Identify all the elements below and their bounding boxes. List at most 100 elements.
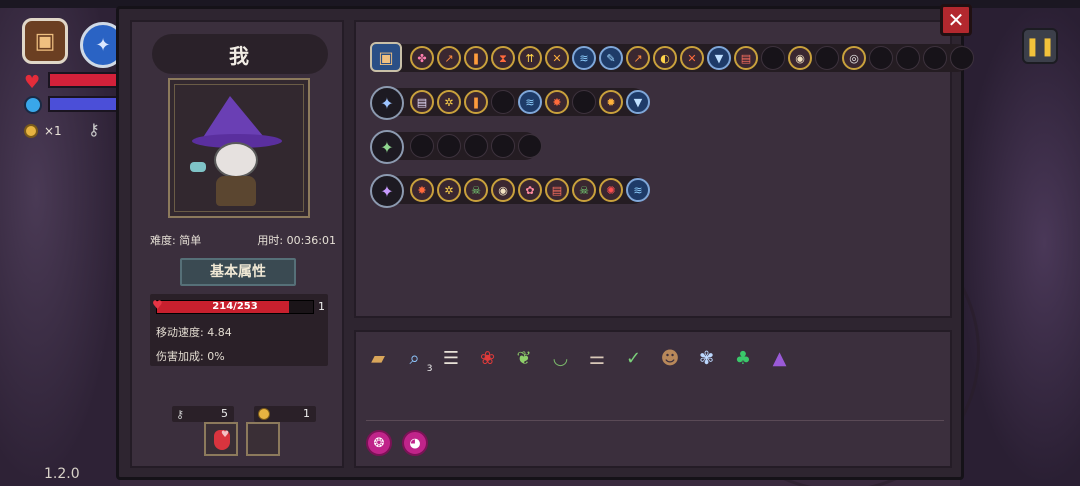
pink-swirl-icon: ❂ [373,435,385,451]
character-face [214,142,258,178]
item-slot[interactable]: ☻ [656,344,684,372]
empty-spell-slot[interactable] [761,46,785,70]
spell-wave-icon: ≋ [525,95,535,109]
empty-spell-slot[interactable] [491,90,515,114]
inventory-chest-button[interactable]: ▣ [22,18,68,64]
spell-slot[interactable]: ≋ [518,90,542,114]
spell-slot[interactable]: ⧗ [491,46,515,70]
spell-slot[interactable]: ≋ [626,178,650,202]
spell-slot[interactable]: ✤ [410,46,434,70]
wand-green-icon: ✦ [380,137,394,157]
spell-slot[interactable]: ✿ [518,178,542,202]
spell-slot[interactable]: ↗ [626,46,650,70]
character-portrait [168,78,310,218]
rose-icon: ❀ [479,347,496,369]
heart-icon: ♥ [24,72,41,93]
item-slot[interactable]: ❦ [510,344,538,372]
item-slot[interactable]: ⚌ [583,344,611,372]
empty-spell-slot[interactable] [491,134,515,158]
pink-pig-icon: ◕ [409,435,421,451]
spell-slot[interactable]: ▼ [707,46,731,70]
damage-bonus-stat: 伤害加成: 0% [156,350,225,363]
spell-a-icon: ✤ [417,51,427,65]
spell-slot[interactable]: ✺ [599,178,623,202]
difficulty-label: 难度: 简单 [150,234,202,247]
spell-skull-icon: ☠ [579,183,589,197]
spell-o-icon: ◎ [849,51,859,65]
wand-row-main-slot[interactable]: ✦ [370,174,404,208]
spell-slot[interactable]: ✲ [437,178,461,202]
empty-spell-slot[interactable] [869,46,893,70]
wand-spells-box: ▣ ✤ ↗ ❚ ⧗ ⇈ ✕ ≋ ✎ ↗ ◐ ✕ ▼ ▤ ◉ ◎ ✦ ▤ ✲ ❚ ≋ ✸ ✹ ▼ ✦ ✦ ✸ ✲ ☠ ◉ ✿ ▤ ☠ ✺ ≋ [354,20,974,318]
witch-hat-icon: ▲ [772,347,787,369]
spell-slot[interactable]: ❚ [464,90,488,114]
item-slot[interactable]: ◡ [547,344,575,372]
spell-slot[interactable]: ✕ [680,46,704,70]
spell-slot[interactable]: ❚ [464,46,488,70]
empty-spell-slot[interactable] [815,46,839,70]
spell-slot[interactable]: ◎ [842,46,866,70]
wand-row-main-slot[interactable]: ✦ [370,86,404,120]
spell-slot[interactable]: ☠ [572,178,596,202]
potion-slot-1[interactable]: ♥ [204,422,238,456]
empty-spell-slot[interactable] [464,134,488,158]
coin-counter: 1 [254,406,316,422]
potion-slot-2[interactable] [246,422,280,456]
buff-slot[interactable]: ❂ [366,430,392,456]
spell-slot[interactable]: ✸ [545,90,569,114]
key-count: 5 [221,407,228,420]
empty-spell-slot[interactable] [950,46,974,70]
item-slot[interactable]: ✾ [693,344,721,372]
spell-f-icon: ✕ [552,51,562,65]
spell-k-icon: ✕ [687,51,697,65]
stats-box: 214/253 ♥ 1 移动速度: 4.84 伤害加成: 0% [150,294,328,366]
empty-spell-slot[interactable] [518,134,542,158]
spell-wave-icon: ≋ [633,183,643,197]
chest-icon: ▣ [34,28,56,54]
item-slot[interactable]: ☰ [437,344,465,372]
spell-slot[interactable]: ✲ [437,90,461,114]
item-slot[interactable]: ⌕ 3 [401,344,432,375]
health-text: 214/253 [212,301,258,312]
spell-slot[interactable]: ↗ [437,46,461,70]
item-slot[interactable]: ▲ [766,344,794,372]
empty-spell-slot[interactable] [410,134,434,158]
wand-row-main-slot[interactable]: ✦ [370,130,404,164]
spell-slot[interactable]: ⇈ [518,46,542,70]
spell-fire-icon: ✸ [552,95,562,109]
bow-icon [190,162,206,172]
spell-g-icon: ≋ [579,51,589,65]
spell-slot[interactable]: ▤ [545,178,569,202]
spell-slot[interactable]: ✕ [545,46,569,70]
spell-slot[interactable]: ≋ [572,46,596,70]
spell-slot[interactable]: ◉ [491,178,515,202]
empty-spell-slot[interactable] [896,46,920,70]
spell-slot[interactable]: ✸ [410,178,434,202]
spell-slot[interactable]: ▼ [626,90,650,114]
spell-slot[interactable]: ◐ [653,46,677,70]
spell-slot[interactable]: ✎ [599,46,623,70]
coin-icon [258,408,270,420]
spell-slot[interactable]: ☠ [464,178,488,202]
buff-slot[interactable]: ◕ [402,430,428,456]
item-slot[interactable]: ✓ [620,344,648,372]
item-slot[interactable]: ▰ [364,344,392,372]
wand-row-main-slot[interactable]: ▣ [370,42,402,72]
empty-spell-slot[interactable] [923,46,947,70]
spell-slot[interactable]: ✹ [599,90,623,114]
spell-slot[interactable]: ◉ [788,46,812,70]
pause-button[interactable]: ❚❚ [1022,28,1058,64]
spell-slot[interactable]: ▤ [734,46,758,70]
spell-slot[interactable]: ▤ [410,90,434,114]
character-name: 我 [229,44,249,68]
pause-icon: ❚❚ [1024,35,1056,57]
item-slot[interactable]: ♣ [729,344,757,372]
item-slot[interactable]: ❀ [474,344,502,372]
hud-mana-bar [48,96,120,112]
empty-spell-slot[interactable] [437,134,461,158]
spell-flower-icon: ✿ [525,183,535,197]
empty-spell-slot[interactable] [572,90,596,114]
health-potion-icon: ♥ [214,430,230,450]
close-button[interactable]: ✕ [940,4,972,36]
wand-purple-icon: ✦ [380,181,394,201]
